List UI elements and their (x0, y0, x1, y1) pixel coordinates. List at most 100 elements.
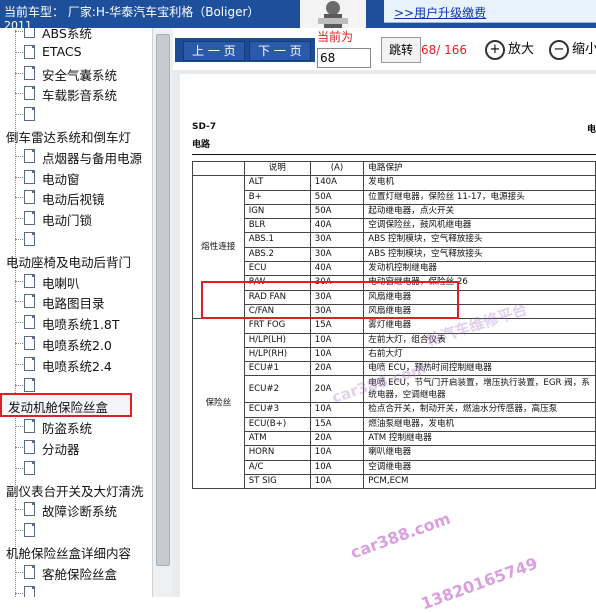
circuit-cell: ABS 控制模块，空气释放接头 (363, 232, 596, 248)
sidebar-folder[interactable]: 发动机舱保险丝盒 (0, 393, 132, 418)
sidebar-item[interactable]: 车载影音系统 (0, 83, 150, 103)
table-row: 保险丝 FRT FOG 15A 雾灯继电器 (192, 318, 596, 490)
sidebar-folder[interactable]: 倒车雷达系统和倒车灯 (0, 125, 150, 145)
mascot-logo (300, 0, 366, 28)
sidebar-item-label: 电喷系统2.0 (42, 338, 112, 353)
sidebar-item[interactable] (0, 229, 150, 249)
upgrade-banner: >>用户升级缴费 (384, 0, 596, 23)
page-icon (24, 169, 35, 184)
page-icon (24, 232, 35, 246)
sidebar-item-label: ETACS (42, 43, 82, 59)
car-model-year: 2011 (4, 19, 32, 32)
zoom-out-button[interactable]: − 缩小 (549, 38, 596, 62)
sidebar-item[interactable] (0, 583, 150, 597)
sidebar-item[interactable]: 电动窗 (0, 167, 150, 187)
table-row: IGN 50A 起动继电器，点火开关 (193, 203, 596, 220)
table-header-row: 说明 (A) 电路保护 (192, 160, 596, 177)
column-header: 电路保护 (363, 160, 596, 177)
document-page: SD-7 电路 电 说明 (A) 电路保护 熔性连接 ALT 140A 发电机 B+ 50A 位置… (180, 74, 596, 613)
prev-page-button[interactable]: 上 一 页 (183, 41, 245, 61)
fuse-name-cell: HORN (243, 445, 311, 461)
zoom-in-label: 放大 (508, 42, 535, 57)
sidebar-item[interactable]: 电喷系统2.0 (0, 333, 150, 353)
sidebar-item-label: 电喇叭 (42, 275, 80, 291)
amperage-cell: 30A (309, 246, 365, 263)
zoom-in-button[interactable]: + 放大 (485, 38, 534, 62)
circuit-cell: 左前大灯，组合仪表 (363, 332, 596, 348)
table-row: ATM 20A ATM 控制继电器 (193, 431, 596, 447)
amperage-cell: 15A (309, 318, 365, 334)
page-icon (24, 502, 35, 517)
fuse-name-cell: BLR (243, 218, 311, 234)
page-icon (24, 148, 35, 163)
sidebar-item[interactable]: 点烟器与备用电源 (0, 146, 150, 166)
amperage-cell: 10A (309, 332, 365, 348)
fuse-name-cell: H/LP(LH) (243, 332, 311, 348)
amperage-cell: 50A (309, 203, 365, 220)
scrollbar-thumb[interactable] (156, 34, 170, 566)
next-page-button[interactable]: 下 一 页 (249, 41, 311, 61)
table-row: H/LP(LH) 10A 左前大灯，组合仪表 (193, 332, 596, 348)
sidebar-item-label: 电喷系统1.8T (42, 317, 120, 333)
sidebar-item[interactable]: 分动器 (0, 437, 150, 457)
table-row: ST SIG 10A PCM,ECM (193, 473, 596, 490)
sidebar-item[interactable] (0, 458, 150, 478)
circuit-cell: ATM 控制继电器 (363, 431, 596, 447)
sidebar-folder[interactable]: 电动座椅及电动后背门 (0, 250, 150, 270)
circuit-cell: 燃油泵继电器，发电机 (363, 416, 596, 433)
fuse-name-cell: FRT FOG (243, 318, 311, 334)
page-icon (24, 440, 35, 454)
table-row: ECU(B+) 15A 燃油泵继电器，发电机 (193, 416, 596, 433)
section-title: 电路 (192, 140, 211, 150)
page-icon (24, 211, 35, 226)
current-page-label: 当前为 (317, 30, 354, 44)
sidebar-item[interactable] (0, 520, 150, 540)
sidebar-item[interactable]: 防盗系统 (0, 416, 150, 436)
sidebar-item[interactable]: 电动门锁 (0, 208, 150, 228)
page-number-input[interactable] (317, 48, 371, 68)
column-header (192, 160, 245, 177)
page-icon (24, 585, 35, 597)
sidebar-item[interactable]: 电路图目录 (0, 291, 150, 311)
sidebar-item[interactable]: 故障诊断系统 (0, 499, 150, 519)
amperage-cell: 20A (309, 361, 365, 377)
page-icon (24, 419, 35, 434)
jump-button[interactable]: 跳转 (381, 37, 421, 63)
table-row: ABS.2 30A ABS 控制模块，空气释放接头 (193, 246, 596, 263)
upgrade-payment-link[interactable]: >>用户升级缴费 (394, 4, 486, 21)
circuit-cell: PCM,ECM (363, 473, 596, 490)
sidebar-item[interactable]: 安全气囊系统 (0, 63, 150, 83)
page-icon (24, 377, 35, 392)
circuit-cell: ABS 控制模块，空气释放接头 (363, 246, 596, 263)
document-viewer[interactable]: SD-7 电路 电 说明 (A) 电路保护 熔性连接 ALT 140A 发电机 B+ 50A 位置… (172, 70, 596, 613)
page-icon (24, 294, 35, 309)
sidebar-item-label: 发动机舱保险丝盒 (8, 400, 109, 416)
sidebar-scrollbar[interactable] (152, 28, 173, 597)
sidebar-item[interactable]: ETACS (0, 42, 150, 62)
sidebar-item[interactable]: 电喷系统2.4 (0, 354, 150, 374)
fuse-name-cell: IGN (243, 203, 311, 220)
sidebar-tree[interactable]: ABS系统 ETACS 安全气囊系统 车载影音系统 倒车雷达系统和倒车灯 点烟器与备用电源… (0, 28, 152, 597)
page-icon (24, 564, 35, 579)
sidebar-folder[interactable]: 副仪表台开关及大灯清洗 (0, 479, 150, 499)
sidebar-item[interactable]: 电喷系统1.8T (0, 312, 150, 332)
sidebar-item[interactable]: 客舱保险丝盒 (0, 562, 150, 582)
sidebar-item[interactable] (0, 375, 150, 395)
zoom-in-icon: + (485, 39, 505, 60)
amperage-cell: 15A (309, 416, 365, 433)
sidebar-item-label: 电路图目录 (42, 296, 105, 312)
sidebar-item[interactable]: 电动后视镜 (0, 187, 150, 207)
current-car-model: 当前车型： 厂家:H-华泰汽车宝利格（Boliger） (4, 5, 260, 19)
page-icon (24, 65, 35, 80)
amperage-cell: 140A (309, 175, 365, 191)
fuse-name-cell: ECU#2 (243, 375, 311, 404)
sidebar-item-label: 电喷系统2.4 (42, 358, 112, 374)
circuit-cell: 右前大灯 (363, 346, 596, 363)
sidebar-folder[interactable]: 机舱保险丝盒详细内容 (0, 541, 150, 561)
sidebar-item-label: 电动门锁 (42, 213, 93, 229)
page-icon (24, 44, 35, 59)
sidebar-item[interactable] (0, 104, 150, 124)
table-row: A/C 10A 空调继电器 (193, 459, 596, 475)
amperage-cell: 10A (309, 473, 365, 490)
sidebar-item[interactable]: 电喇叭 (0, 271, 150, 291)
